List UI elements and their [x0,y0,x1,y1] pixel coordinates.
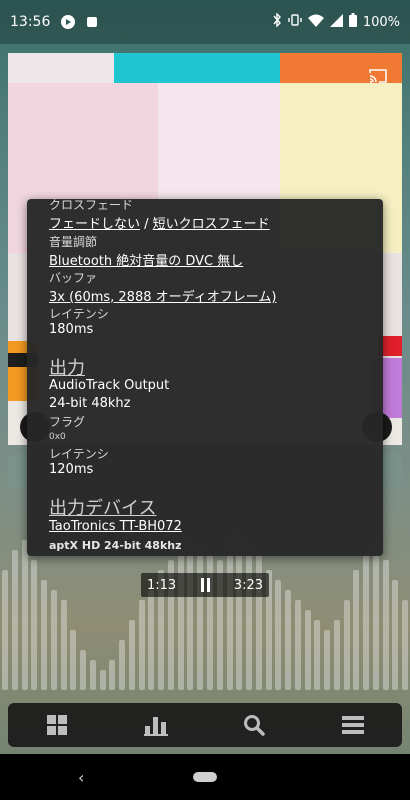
waveform-bar [294,600,301,690]
waveform-bar [60,600,67,690]
volume-value[interactable]: Bluetooth 絶対音量の DVC 無し [49,250,243,269]
buffer-label: バッファ [49,271,98,285]
waveform-bar [226,540,233,690]
waveform-bar [80,650,87,690]
waveform-bar [207,550,213,690]
waveform-bar [21,540,28,690]
volume-label: 音量調節 [49,235,98,249]
waveform-bar [89,660,96,690]
waveform-bar [324,630,331,690]
device-codec: aptX HD 24-bit 48khz [49,539,182,552]
buffer-value[interactable]: 3x (60ms, 2888 オーディオフレーム) [49,286,276,305]
status-bar: 13:56 100% [0,0,410,44]
art-tile [8,53,114,83]
home-pill-icon[interactable] [193,772,217,782]
waveform-bar [70,630,77,690]
output-name: AudioTrack Output [49,378,170,393]
bottom-navigation [8,703,402,747]
crossfade-label: クロスフェード [49,199,134,212]
waveform-bar [304,610,311,690]
waveform-bar [353,570,360,690]
crossfade-option-short[interactable]: 短いクロスフェード [153,217,270,232]
total-time: 3:23 [233,577,263,593]
output-heading: 出力 [49,358,85,379]
latency-value: 180ms [49,322,94,337]
output-format: 24-bit 48khz [49,396,131,411]
signal-icon [329,13,343,31]
output-latency-value: 120ms [49,462,94,477]
waveform-bar [148,590,155,690]
waveform-bar [11,550,18,690]
crossfade-options: フェードしない / 短いクロスフェード [49,213,270,232]
flags-value: 0x0 [49,432,66,442]
waveform-bar [372,540,379,690]
crossfade-option-none[interactable]: フェードしない [49,217,140,232]
waveform-bar [2,570,8,690]
back-icon[interactable]: ‹ [78,768,84,787]
device-heading: 出力デバイス [49,498,157,519]
waveform-bar [187,540,194,690]
menu-icon[interactable] [333,705,373,745]
system-nav-bar: ‹ [0,754,410,800]
wifi-icon [307,14,324,31]
waveform-bar [363,550,370,690]
bluetooth-icon [272,12,282,31]
cast-icon[interactable] [368,68,388,84]
art-tile [114,53,280,83]
search-icon[interactable] [234,705,274,745]
waveform-bar [285,590,292,690]
waveform-bar [31,560,38,690]
waveform-bar [255,550,262,690]
crossfade-separator: / [140,217,153,232]
waveform-bar [138,600,145,690]
waveform-bar [119,640,126,690]
device-name[interactable]: TaoTronics TT-BH072 [49,519,182,534]
pause-icon[interactable] [200,578,210,592]
waveform-bar [197,540,204,690]
flags-label: フラグ [49,415,86,429]
play-icon [60,14,76,30]
elapsed-time: 1:13 [147,577,177,593]
waveform-bar [109,660,116,690]
vibrate-icon [288,13,302,31]
bar-chart-icon[interactable] [136,705,176,745]
waveform-bar [246,540,253,690]
waveform-bar [402,600,409,690]
waveform-bar [128,620,135,690]
battery-icon [348,13,357,31]
waveform-bar [41,580,48,690]
status-icons: 100% [272,12,400,31]
audio-info-popup: クロスフェード フェードしない / 短いクロスフェード 音量調節 Bluetoo… [27,199,383,556]
stop-square-icon [84,14,100,30]
playback-controls: 1:13 3:23 [141,573,269,597]
waveform-bar [50,590,57,690]
waveform-bar [382,560,389,690]
waveform-bar [99,670,106,690]
battery-percent: 100% [362,14,400,30]
waveform-bar [177,550,184,690]
waveform-bar [333,620,340,690]
waveform-bar [392,580,399,690]
waveform-bar [343,600,350,690]
grid-icon[interactable] [37,705,77,745]
status-time: 13:56 [10,14,51,30]
waveform-bar [314,620,321,690]
output-latency-label: レイテンシ [49,447,109,461]
waveform-bar [275,580,282,690]
latency-label: レイテンシ [49,307,109,321]
